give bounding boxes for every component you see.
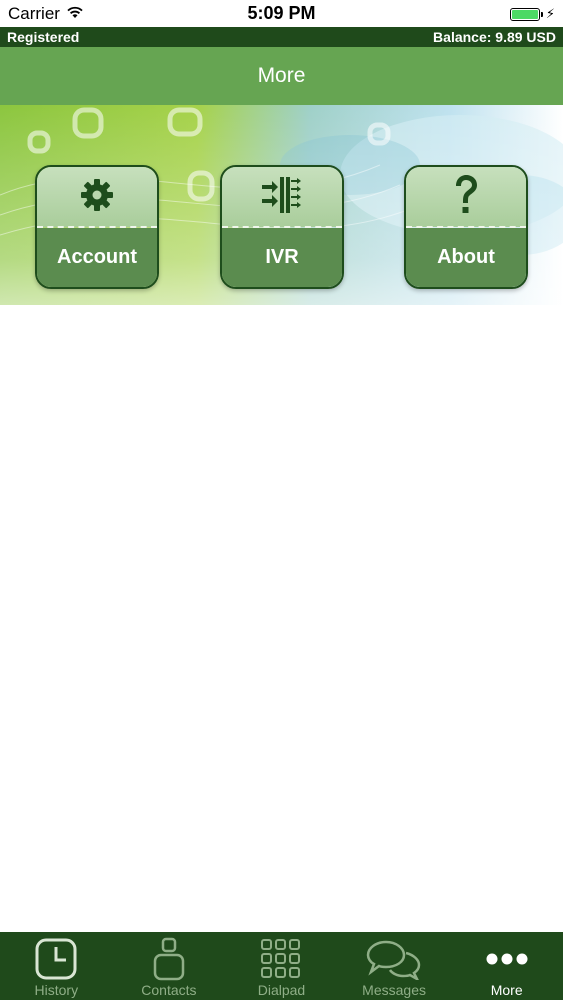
ivr-icon xyxy=(260,175,304,220)
tab-dialpad[interactable]: Dialpad xyxy=(225,932,338,1000)
charging-bolt-icon: ⚡ xyxy=(545,6,555,21)
tab-more[interactable]: More xyxy=(450,932,563,1000)
dialpad-icon xyxy=(260,936,302,982)
about-tile[interactable]: About xyxy=(404,165,528,289)
tab-history-label: History xyxy=(34,982,79,998)
registration-status: Registered xyxy=(7,29,80,45)
tab-bar: History Contacts Dialpad Messages More xyxy=(0,932,563,1000)
battery-icon: ⚡ xyxy=(509,6,555,22)
about-tile-label: About xyxy=(437,246,495,268)
more-dots-icon xyxy=(485,936,529,982)
ivr-tile[interactable]: IVR xyxy=(220,165,344,289)
gear-icon xyxy=(79,177,115,218)
ivr-tile-label: IVR xyxy=(265,246,299,268)
ivr-tile-icon-area xyxy=(222,167,342,227)
account-tile-icon-area xyxy=(37,167,157,227)
clock-icon xyxy=(35,936,77,982)
account-tile[interactable]: Account xyxy=(35,165,159,289)
navigation-bar: More xyxy=(0,47,563,105)
tab-more-label: More xyxy=(490,982,523,998)
about-tile-icon-area xyxy=(406,167,526,227)
tab-contacts[interactable]: Contacts xyxy=(113,932,226,1000)
chat-bubbles-icon xyxy=(366,936,422,982)
status-bar: Carrier 5:09 PM ⚡ xyxy=(0,0,563,27)
page-title: More xyxy=(257,64,306,87)
tab-messages[interactable]: Messages xyxy=(338,932,451,1000)
question-mark-icon xyxy=(451,173,481,222)
account-tile-label: Account xyxy=(57,246,137,268)
person-icon xyxy=(152,936,186,982)
registration-bar: Registered Balance: 9.89 USD xyxy=(0,27,563,47)
tab-dialpad-label: Dialpad xyxy=(257,982,306,998)
balance-display: Balance: 9.89 USD xyxy=(433,29,556,45)
tab-contacts-label: Contacts xyxy=(141,982,197,998)
tab-messages-label: Messages xyxy=(362,982,426,998)
tab-history[interactable]: History xyxy=(0,932,113,1000)
clock-time: 5:09 PM xyxy=(247,3,316,23)
